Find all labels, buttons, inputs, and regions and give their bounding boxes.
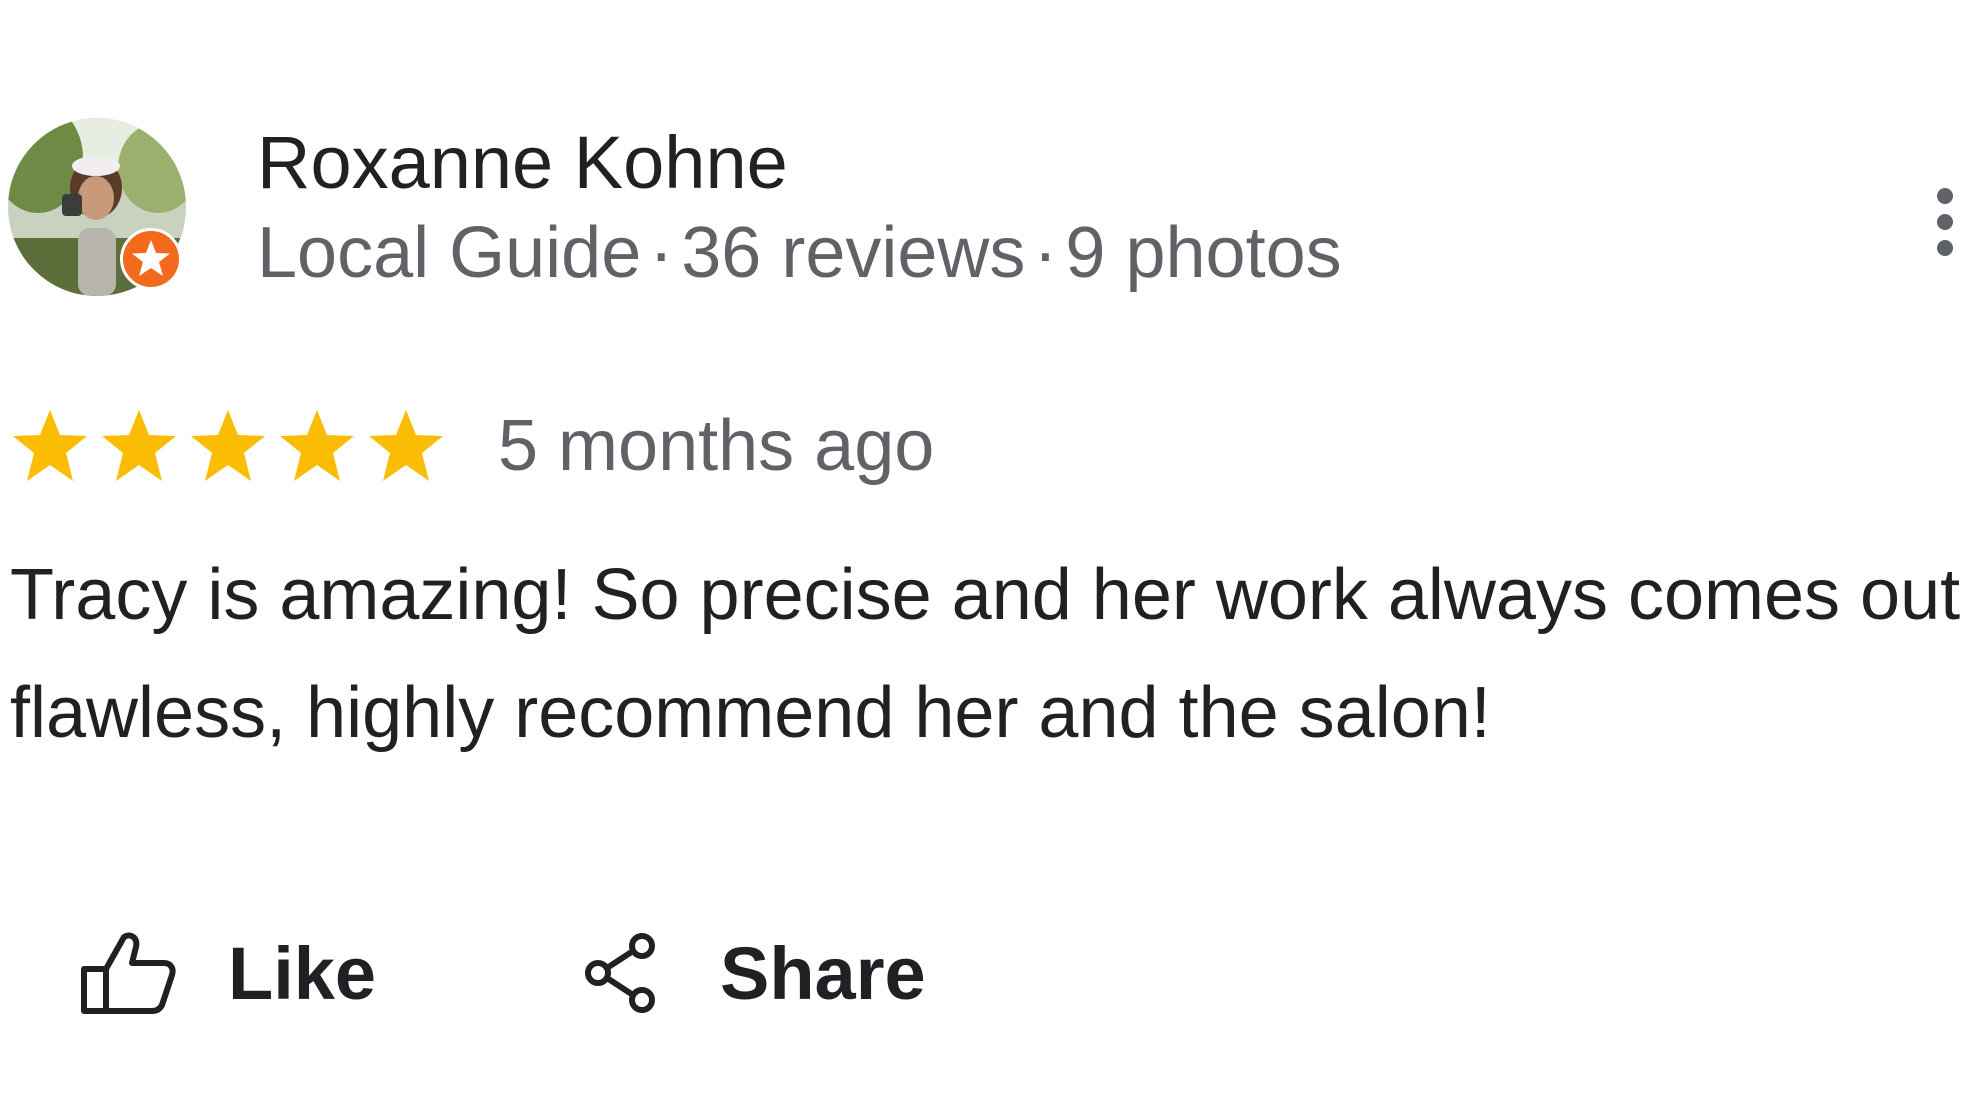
like-label: Like <box>228 931 377 1015</box>
local-guide-badge <box>120 228 182 290</box>
more-vert-icon <box>1937 188 1953 204</box>
star-icon <box>366 406 446 486</box>
photo-count: 9 photos <box>1065 213 1342 293</box>
like-button[interactable]: Like <box>80 928 376 1018</box>
review-time: 5 months ago <box>498 406 935 486</box>
review-count: 36 reviews <box>681 213 1026 293</box>
meta-separator: · <box>1033 213 1058 293</box>
thumbs-up-icon <box>81 932 176 1014</box>
rating-row: 5 months ago <box>10 406 934 486</box>
share-icon <box>585 933 655 1013</box>
star-icon <box>132 240 170 276</box>
star-icon <box>10 406 90 486</box>
reviewer-name[interactable]: Roxanne Kohne <box>257 122 788 204</box>
more-vert-icon <box>1937 240 1953 256</box>
review-card: Roxanne Kohne Local Guide · 36 reviews · 9 p… <box>0 0 1986 1116</box>
share-button[interactable]: Share <box>584 928 926 1018</box>
reviewer-meta: Local Guide · 36 reviews · 9 photos <box>257 213 1342 293</box>
local-guide-label: Local Guide <box>257 213 642 293</box>
star-icon <box>188 406 268 486</box>
star-rating <box>10 406 450 486</box>
star-icon <box>277 406 357 486</box>
meta-separator: · <box>649 213 674 293</box>
more-options-button[interactable] <box>1920 182 1970 262</box>
share-label: Share <box>720 931 926 1015</box>
more-vert-icon <box>1937 214 1953 230</box>
review-text: Tracy is amazing! So precise and her wor… <box>10 555 1961 753</box>
star-icon <box>99 406 179 486</box>
